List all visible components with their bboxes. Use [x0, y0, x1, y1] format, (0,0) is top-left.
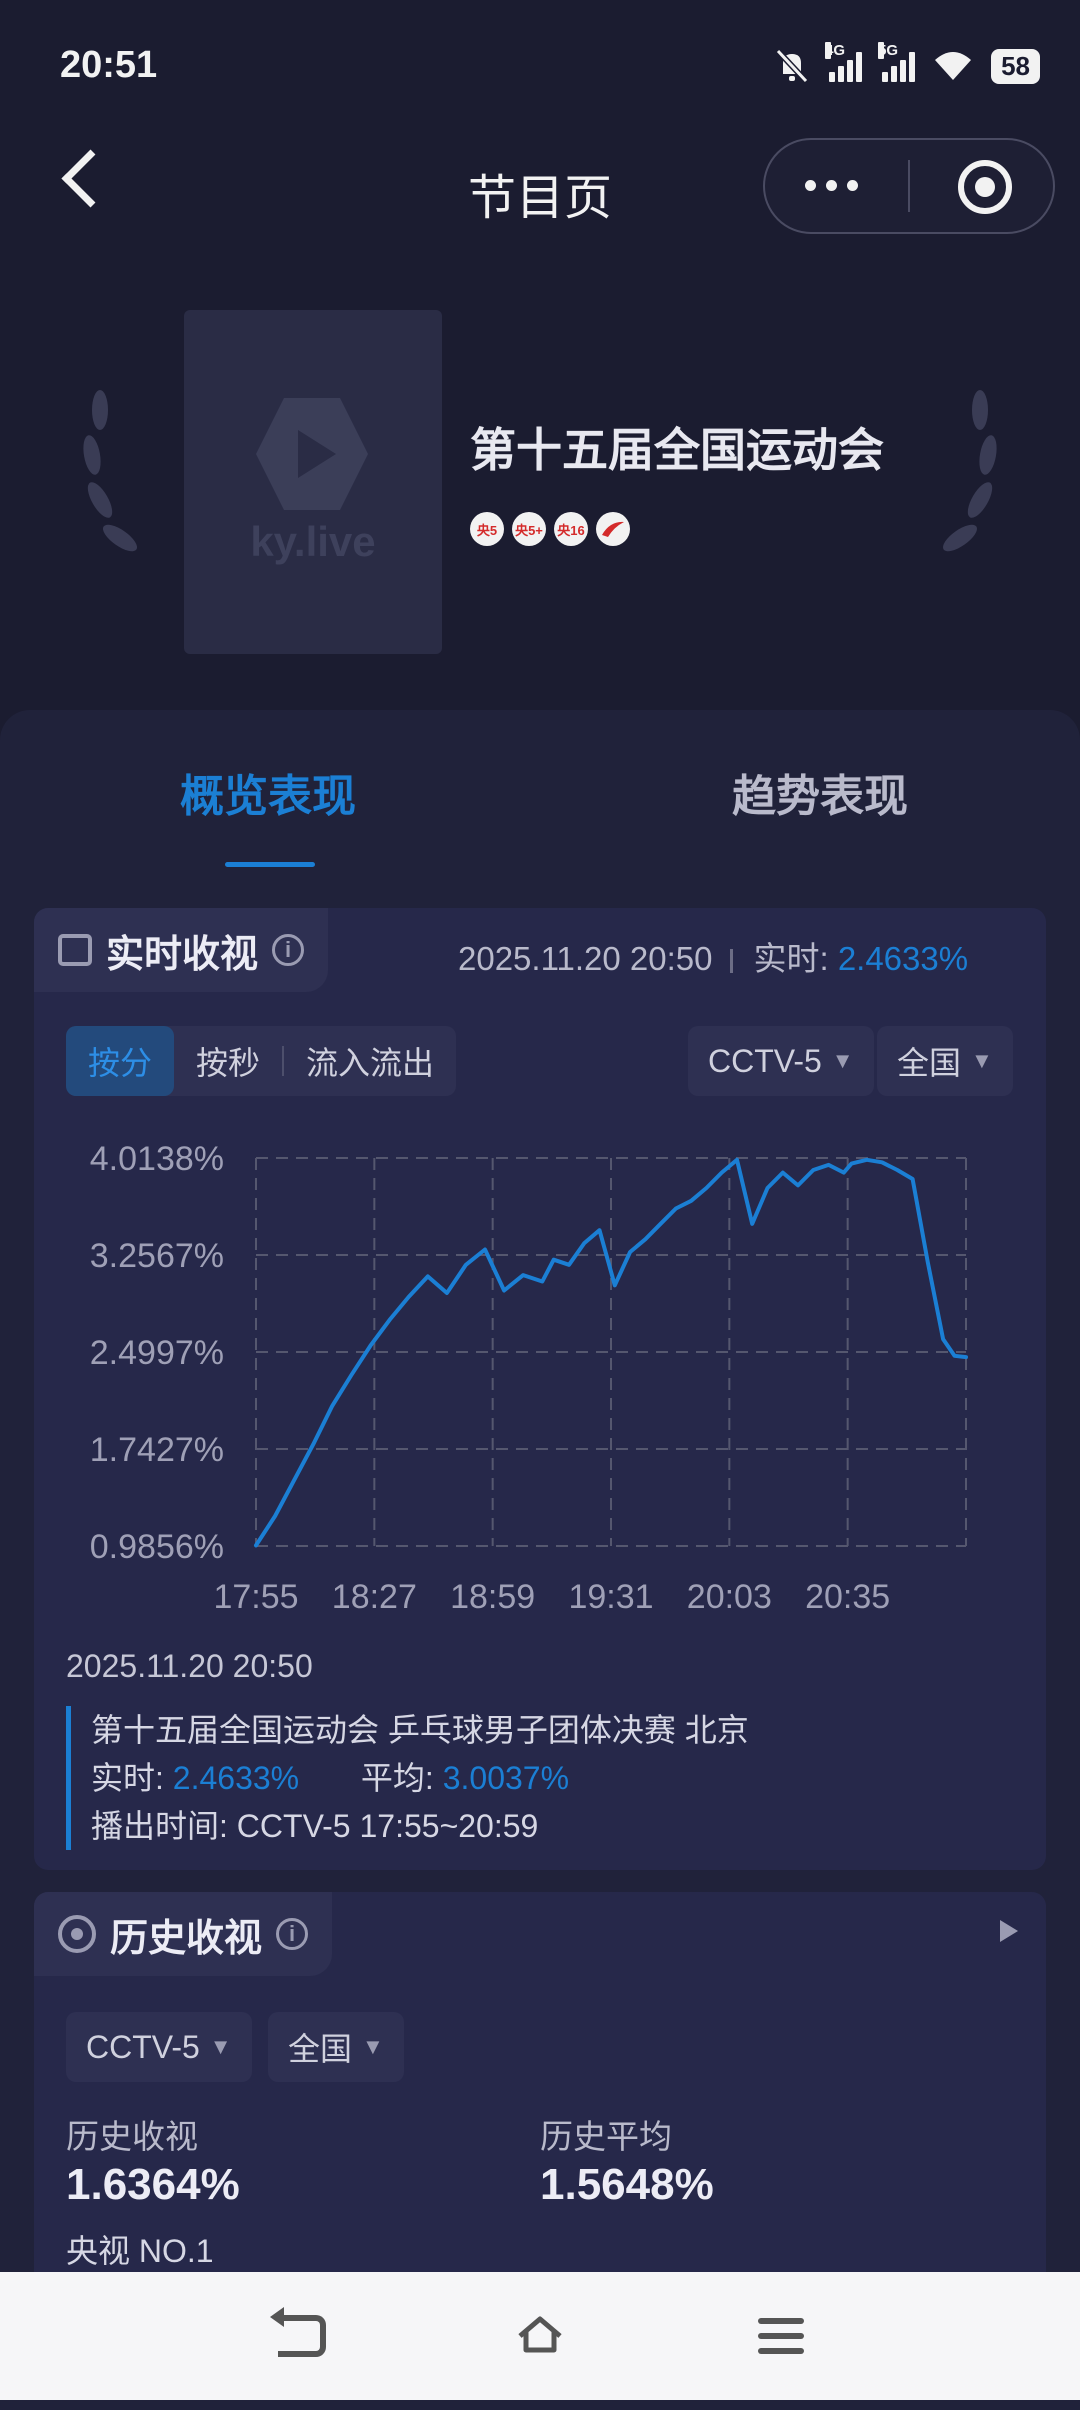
- tooltip-time: 2025.11.20 20:50: [66, 1648, 313, 1684]
- channel-badge-cctv16: 央16: [554, 512, 588, 546]
- capsule-divider: [908, 160, 910, 212]
- history-rating-value: 1.6364%: [66, 2160, 240, 2209]
- segment-flow[interactable]: 流入流出: [284, 1026, 456, 1096]
- x-tick-label: 18:59: [450, 1578, 535, 1616]
- realtime-datetime: 2025.11.20 20:50: [458, 940, 713, 977]
- granularity-segment: 按分 按秒 流入流出: [66, 1026, 457, 1096]
- laurel-left-icon: [83, 390, 138, 552]
- laurel-right-icon: [942, 390, 997, 552]
- realtime-line-chart[interactable]: 4.0138% 3.2567% 2.4997% 1.7427% 0.9856% 17:55…: [34, 1120, 1046, 1640]
- info-icon[interactable]: i: [272, 934, 305, 966]
- wifi-icon: [935, 52, 972, 80]
- realtime-value: 2.4633%: [837, 940, 969, 977]
- region-dropdown[interactable]: 全国 ▼: [877, 1026, 1013, 1096]
- system-home-icon[interactable]: [516, 2314, 564, 2354]
- y-tick-label: 4.0138%: [90, 1140, 224, 1178]
- segment-by-minute[interactable]: 按分: [66, 1026, 175, 1096]
- tooltip-details: 第十五届全国运动会 乒乓球男子团体决赛 北京 实时: 2.4633% 平均: 3…: [66, 1706, 749, 1850]
- program-title: 第十五届全国运动会: [470, 424, 884, 476]
- y-tick-label: 3.2567%: [90, 1237, 224, 1275]
- mini-program-capsule: [763, 138, 1055, 234]
- tab-overview[interactable]: 概览表现: [180, 760, 356, 824]
- history-region-value: 全国: [288, 2031, 353, 2067]
- tooltip-airtime-value: CCTV-5 17:55~20:59: [236, 1808, 539, 1844]
- history-title: 历史收视: [110, 1917, 263, 1960]
- more-dots-icon[interactable]: [805, 180, 858, 191]
- film-reel-icon: [58, 1915, 96, 1953]
- segment-by-second[interactable]: 按秒: [174, 1026, 282, 1096]
- status-time: 20:51: [60, 44, 158, 86]
- channel-dropdown-value: CCTV-5: [708, 1042, 822, 1079]
- realtime-title: 实时收视: [106, 933, 259, 976]
- tooltip-airtime: 播出时间: CCTV-5 17:55~20:59: [91, 1802, 749, 1850]
- play-arrow-icon[interactable]: [1000, 1920, 1018, 1942]
- channel-badge-cctv5: 央5: [470, 512, 504, 546]
- y-tick-label: 0.9856%: [90, 1528, 224, 1566]
- realtime-meta: 2025.11.20 20:50 实时: 2.4633%: [458, 932, 968, 980]
- history-average-value: 1.5648%: [540, 2160, 714, 2209]
- kylive-logo-icon: [256, 398, 368, 510]
- history-rating-label: 历史收视: [66, 2118, 198, 2155]
- x-tick-label: 18:27: [332, 1578, 417, 1616]
- history-channel-dropdown[interactable]: CCTV-5 ▼: [66, 2012, 252, 2082]
- x-tick-label: 20:03: [687, 1578, 772, 1616]
- close-target-icon[interactable]: [958, 160, 1012, 214]
- battery-indicator: 58: [991, 48, 1040, 84]
- tab-trend[interactable]: 趋势表现: [732, 760, 908, 824]
- channel-badges: 央5 央5+ 央16: [470, 512, 630, 546]
- tooltip-average-value: 3.0037%: [442, 1760, 570, 1796]
- chevron-down-icon: ▼: [831, 1048, 854, 1073]
- x-tick-label: 20:35: [805, 1578, 890, 1616]
- region-dropdown-value: 全国: [897, 1045, 962, 1081]
- system-menu-icon[interactable]: [758, 2318, 804, 2363]
- tooltip-average-label: 平均:: [360, 1760, 434, 1796]
- mute-bell-icon: [775, 48, 809, 84]
- signal-4g-icon: 4G: [825, 42, 863, 82]
- channel-badge-cctv5plus: 央5+: [512, 512, 546, 546]
- realtime-card-header: 实时收视 i: [34, 908, 329, 992]
- tooltip-realtime-label: 实时:: [91, 1760, 164, 1796]
- channel-badge-guangdong: [596, 512, 630, 546]
- chevron-down-icon: ▼: [362, 2034, 384, 2059]
- chevron-down-icon: ▼: [971, 1048, 993, 1073]
- x-tick-label: 19:31: [568, 1578, 653, 1616]
- tooltip-values: 实时: 2.4633% 平均: 3.0037%: [91, 1754, 749, 1802]
- x-tick-label: 17:55: [213, 1578, 298, 1616]
- history-rank: 央视 NO.1: [66, 2233, 214, 2269]
- tooltip-realtime-value: 2.4633%: [172, 1760, 300, 1796]
- chevron-down-icon: ▼: [209, 2034, 232, 2059]
- tab-indicator: [225, 862, 315, 867]
- system-back-icon[interactable]: [270, 2307, 326, 2357]
- tooltip-airtime-label: 播出时间:: [91, 1808, 228, 1844]
- tooltip-program: 第十五届全国运动会 乒乓球男子团体决赛 北京: [91, 1712, 749, 1748]
- realtime-label: 实时:: [753, 940, 829, 977]
- calendar-icon: [58, 934, 92, 966]
- history-average-label: 历史平均: [540, 2118, 672, 2155]
- program-poster: ky.live: [184, 310, 442, 654]
- poster-text: ky.live: [250, 518, 376, 565]
- channel-dropdown[interactable]: CCTV-5 ▼: [688, 1026, 874, 1096]
- y-tick-label: 1.7427%: [90, 1431, 224, 1469]
- signal-5g-icon: 5G: [878, 42, 916, 82]
- history-card-header: 历史收视 i: [34, 1892, 333, 1976]
- info-icon[interactable]: i: [276, 1918, 309, 1950]
- history-region-dropdown[interactable]: 全国 ▼: [268, 2012, 404, 2082]
- history-channel-value: CCTV-5: [86, 2028, 200, 2065]
- y-tick-label: 2.4997%: [90, 1334, 224, 1372]
- status-icons: 4G 5G 58: [775, 42, 1040, 84]
